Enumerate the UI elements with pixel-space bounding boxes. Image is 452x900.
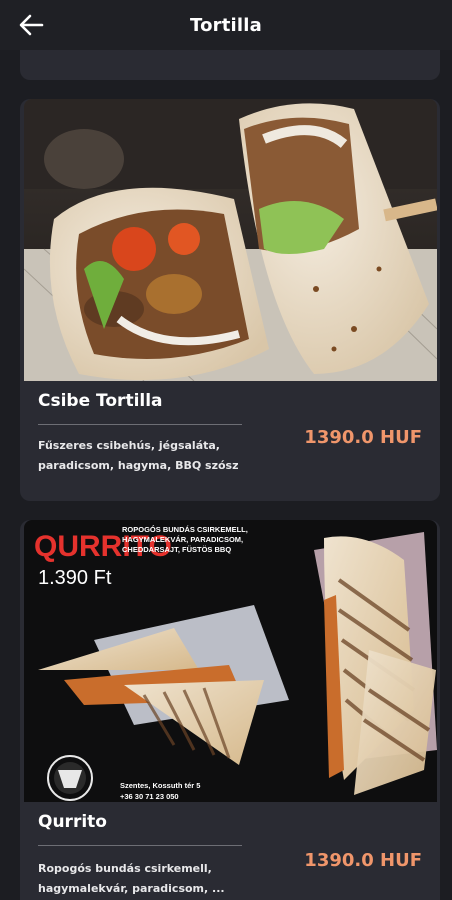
divider <box>38 845 242 846</box>
app-bar: Tortilla <box>0 0 452 50</box>
promo-tagline: CHEDDARSAJT, FÜSTÖS BBQ <box>122 545 231 554</box>
promo-tagline: ROPOGÓS BUNDÁS CSIRKEMELL, <box>122 525 248 534</box>
food-photo: QURRITO ROPOGÓS BUNDÁS CSIRKEMELL, HAGYM… <box>24 520 437 802</box>
item-name: Qurrito <box>38 812 107 832</box>
item-description: Fűszeres csibehús, jégsaláta, paradicsom… <box>38 439 239 472</box>
brand-logo <box>47 755 93 801</box>
divider <box>38 424 242 425</box>
food-photo <box>24 99 437 381</box>
promo-tagline: HAGYMALEKVÁR, PARADICSOM, <box>122 535 243 544</box>
menu-item-card[interactable]: Csibe Tortilla Fűszeres csibehús, jégsal… <box>20 99 440 501</box>
item-description: Ropogós bundás csirkemell, hagymalekvár,… <box>38 862 225 895</box>
page-title: Tortilla <box>190 14 262 36</box>
promo-phone: +36 30 71 23 050 <box>120 792 179 801</box>
menu-item-card[interactable]: QURRITO ROPOGÓS BUNDÁS CSIRKEMELL, HAGYM… <box>20 520 440 900</box>
promo-address: Szentes, Kossuth tér 5 <box>120 781 200 790</box>
item-price: 1390.0 HUF <box>304 850 422 871</box>
promo-price: 1.390 Ft <box>38 567 112 589</box>
item-name: Csibe Tortilla <box>38 391 163 411</box>
item-price: 1390.0 HUF <box>304 427 422 448</box>
arrow-left-icon[interactable] <box>18 13 44 37</box>
